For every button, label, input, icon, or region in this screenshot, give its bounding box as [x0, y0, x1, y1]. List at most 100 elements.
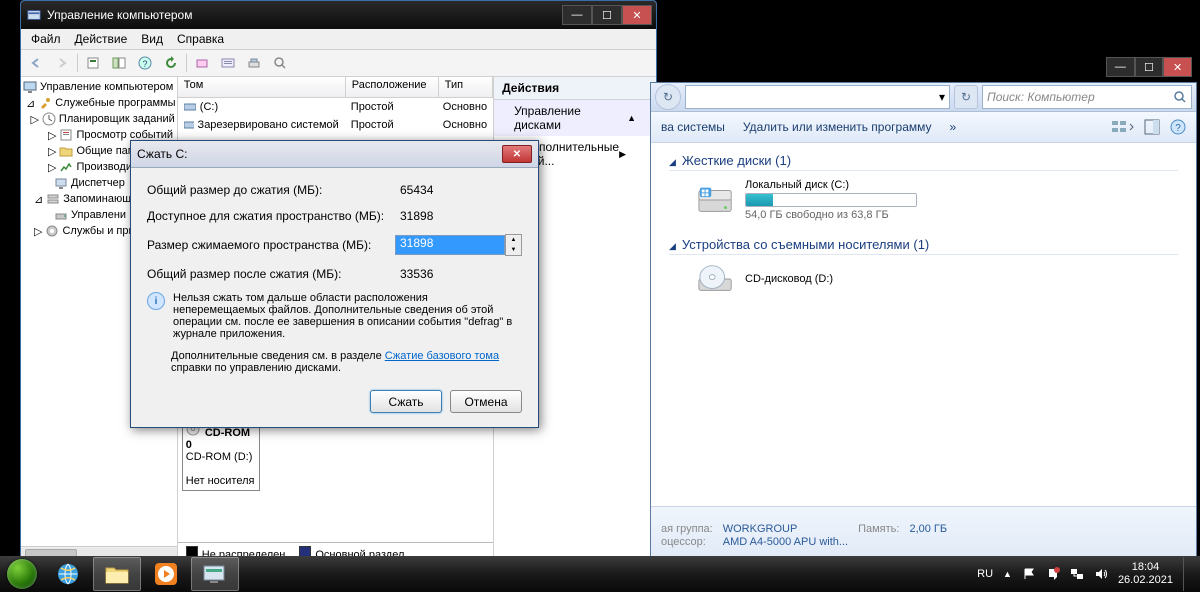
actions-group[interactable]: Управление дисками▲	[494, 100, 656, 136]
address-bar[interactable]: ▾	[685, 85, 950, 109]
volume-row-sys[interactable]: Зарезервировано системой Простой Основно	[178, 116, 493, 134]
explorer-body[interactable]: ◢Жесткие диски (1) Локальный диск (C:) 5…	[651, 143, 1196, 503]
tree-tools[interactable]: Служебные программы	[55, 97, 175, 109]
start-button[interactable]	[0, 556, 44, 592]
tools-icon	[38, 96, 52, 110]
drive-icon	[184, 119, 194, 131]
maximize-button[interactable]: ☐	[592, 5, 622, 25]
perf-icon	[59, 160, 73, 174]
minimize-button[interactable]: —	[562, 5, 592, 25]
disk-graphical-pane[interactable]: CD-ROM 0 CD-ROM (D:) Нет носителя	[178, 413, 493, 542]
go-button[interactable]: ↻	[954, 85, 978, 109]
total-before-label: Общий размер до сжатия (МБ):	[147, 183, 396, 197]
shrink-help-link[interactable]: Сжатие базового тома	[385, 350, 499, 362]
cmd-uninstall-program[interactable]: Удалить или изменить программу	[743, 120, 932, 134]
list-header[interactable]: Том Расположение Тип	[178, 77, 493, 98]
taskbar[interactable]: RU ▲ 18:04 26.02.2021	[0, 556, 1200, 592]
tray-show-hidden-icon[interactable]: ▲	[1003, 569, 1012, 579]
menu-help[interactable]: Справка	[171, 30, 230, 48]
event-icon	[59, 128, 73, 142]
tray-flag-icon[interactable]	[1022, 567, 1036, 581]
back-icon[interactable]	[25, 52, 47, 74]
close-button[interactable]: ✕	[622, 5, 652, 25]
reload-button[interactable]: ↻	[655, 84, 681, 110]
drive-d-item[interactable]: CD-дисковод (D:)	[697, 263, 1178, 295]
system-tray[interactable]: RU ▲ 18:04 26.02.2021	[969, 557, 1200, 591]
preview-pane-icon[interactable]	[1144, 119, 1160, 135]
tree-devmgr[interactable]: Диспетчер	[71, 177, 125, 189]
view-options-icon[interactable]	[1112, 119, 1134, 135]
cmd-system-properties[interactable]: ва системы	[661, 120, 725, 134]
refresh-icon[interactable]	[160, 52, 182, 74]
cancel-button[interactable]: Отмена	[450, 390, 522, 413]
tree-services[interactable]: Службы и при	[62, 225, 134, 237]
shrink-button[interactable]: Сжать	[370, 390, 442, 413]
tray-clock[interactable]: 18:04 26.02.2021	[1118, 561, 1173, 587]
help-icon[interactable]: ?	[134, 52, 156, 74]
vol-sys-name: Зарезервировано системой	[198, 119, 339, 131]
total-after-label: Общий размер после сжатия (МБ):	[147, 267, 396, 281]
volume-row-c[interactable]: (C:) Простой Основно	[178, 98, 493, 116]
shared-folder-icon	[59, 144, 73, 158]
shrink-amount-input[interactable]: 31898	[395, 235, 505, 255]
drive-c-usage-bar	[745, 193, 917, 207]
dialog-title: Сжать C:	[137, 147, 502, 161]
more-info-pre: Дополнительные сведения см. в разделе	[171, 350, 385, 362]
tray-network-icon[interactable]	[1070, 567, 1084, 581]
tree-sched[interactable]: Планировщик заданий	[59, 113, 175, 125]
explorer-close-button[interactable]: ✕	[1163, 57, 1192, 77]
drive-d-label: CD-дисковод (D:)	[745, 273, 833, 285]
properties-icon[interactable]	[82, 52, 104, 74]
tree-shared[interactable]: Общие пап	[76, 145, 133, 157]
cd-nomedia: Нет носителя	[186, 475, 255, 487]
extra-icon-3[interactable]	[243, 52, 265, 74]
fwd-icon[interactable]	[51, 52, 73, 74]
tree-perf[interactable]: Производи	[76, 161, 132, 173]
command-bar: ва системы Удалить или изменить программ…	[651, 112, 1196, 143]
toolbar: ?	[21, 50, 656, 77]
explorer-max-button[interactable]: ☐	[1135, 57, 1164, 77]
help-icon[interactable]: ?	[1170, 119, 1186, 135]
mgmt-title: Управление компьютером	[47, 8, 562, 22]
col-name[interactable]: Том	[178, 77, 346, 97]
tree-storage[interactable]: Запоминающ	[63, 193, 131, 205]
dialog-close-button[interactable]: ✕	[502, 145, 532, 163]
tray-lang[interactable]: RU	[977, 568, 993, 580]
scheduler-icon	[42, 112, 56, 126]
available-value: 31898	[396, 208, 522, 224]
tree-root[interactable]: Управление компьютером (л	[40, 81, 178, 93]
extra-icon-1[interactable]	[191, 52, 213, 74]
extra-icon-2[interactable]	[217, 52, 239, 74]
show-hide-tree-icon[interactable]	[108, 52, 130, 74]
show-desktop-button[interactable]	[1183, 557, 1192, 591]
hdd-icon	[697, 184, 735, 216]
col-layout[interactable]: Расположение	[346, 77, 439, 97]
computer-icon	[23, 80, 37, 94]
taskbar-ie-icon[interactable]	[45, 558, 91, 590]
details-cpu-label: оцессор:	[661, 536, 713, 548]
menu-view[interactable]: Вид	[135, 30, 169, 48]
details-workgroup-value: WORKGROUP	[723, 523, 848, 535]
extra-icon-4[interactable]	[269, 52, 291, 74]
search-input[interactable]: Поиск: Компьютер	[982, 85, 1192, 109]
menu-file[interactable]: Файл	[25, 30, 67, 48]
device-mgr-icon	[54, 176, 68, 190]
explorer-min-button[interactable]: —	[1106, 57, 1135, 77]
tree-diskm[interactable]: Управлени	[71, 209, 126, 221]
taskbar-mgmt-icon[interactable]	[191, 557, 239, 591]
explorer-titlebar[interactable]: — ☐ ✕	[1102, 57, 1196, 77]
col-type[interactable]: Тип	[439, 77, 493, 97]
tray-volume-icon[interactable]	[1094, 567, 1108, 581]
shrink-amount-spinner[interactable]: ▲▼	[505, 234, 522, 256]
dialog-titlebar[interactable]: Сжать C: ✕	[131, 141, 538, 168]
available-label: Доступное для сжатия пространство (МБ):	[147, 209, 396, 223]
cmd-more[interactable]: »	[950, 120, 957, 134]
menu-action[interactable]: Действие	[69, 30, 134, 48]
taskbar-explorer-icon[interactable]	[93, 557, 141, 591]
hdd-section-header: Жесткие диски (1)	[682, 153, 791, 168]
tray-action-center-icon[interactable]	[1046, 567, 1060, 581]
mgmt-titlebar[interactable]: Управление компьютером — ☐ ✕	[21, 1, 656, 29]
services-icon	[45, 224, 59, 238]
drive-c-item[interactable]: Локальный диск (C:) 54,0 ГБ свободно из …	[697, 179, 1178, 221]
taskbar-media-player-icon[interactable]	[143, 558, 189, 590]
